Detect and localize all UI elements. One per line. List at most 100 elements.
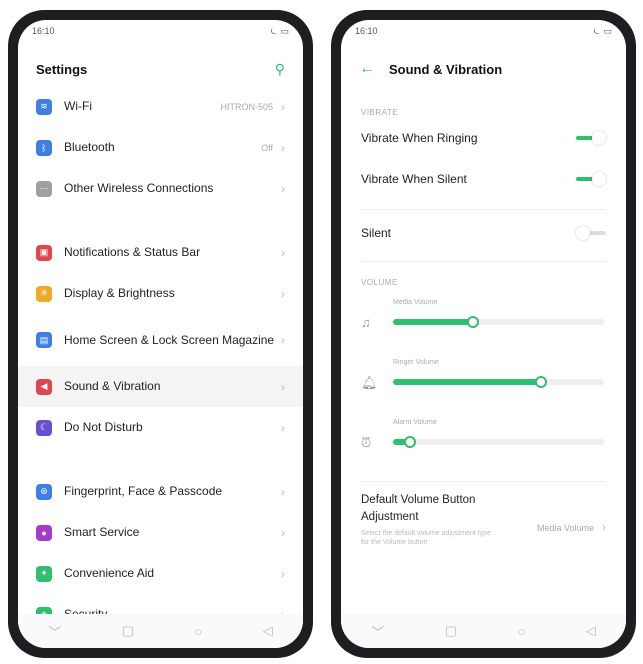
search-icon[interactable]: ⚲ (275, 61, 285, 78)
settings-item-label: Smart Service (64, 525, 140, 540)
settings-item[interactable]: ≋ Wi-Fi HITRON-505 › (18, 86, 303, 127)
volume-slider-row: Media Volume ♫ (341, 291, 626, 351)
default-volume-row[interactable]: Default Volume Button Adjustment Select … (341, 482, 626, 548)
home-screen-icon: ▤ (36, 332, 52, 348)
status-bar: 16:10 ⏾ ▭ (18, 20, 303, 42)
settings-list: ≋ Wi-Fi HITRON-505 › ᛒ Bluetooth Off › ⋯ Other Wi… (18, 86, 303, 635)
settings-item-label: Convenience Aid (64, 566, 155, 581)
alarm-icon: ⏰︎ (361, 435, 372, 450)
recents-icon[interactable]: ▢ (122, 623, 134, 639)
settings-item[interactable]: ⋯ Other Wireless Connections › (18, 168, 303, 209)
volume-label: Media Volume (393, 299, 438, 306)
silent-toggle[interactable] (576, 225, 606, 240)
chevron-right-icon: › (602, 520, 606, 534)
settings-item-label: Bluetooth (64, 140, 115, 155)
settings-header: Settings ⚲ (18, 54, 303, 84)
settings-item-value: Off (261, 142, 273, 153)
nav-bar: ﹀ ▢ ○ ◁ (18, 614, 303, 648)
settings-item[interactable]: ● Smart Service › (18, 512, 303, 553)
menu-icon[interactable]: ﹀ (371, 622, 384, 641)
chevron-right-icon: › (281, 181, 285, 196)
settings-item[interactable]: ◀ Sound & Vibration › (18, 366, 303, 407)
settings-item[interactable]: ⊛ Fingerprint, Face & Passcode › (18, 471, 303, 512)
settings-item-label: Fingerprint, Face & Passcode (64, 484, 223, 499)
settings-item-label: Sound & Vibration (64, 379, 161, 394)
notifications-icon: ▣ (36, 244, 52, 261)
left-phone: 16:10 ⏾ ▭ Settings ⚲ ≋ Wi-Fi HITRON-505 › ᛒ B… (8, 10, 313, 658)
settings-item-label: Other Wireless Connections (64, 181, 214, 196)
vibrate-section-label: VIBRATE (361, 108, 399, 117)
battery-icon: ▭ (280, 25, 289, 36)
default-volume-value: Media Volume (536, 523, 594, 533)
chevron-right-icon: › (281, 245, 285, 260)
moon-icon: ☾ (36, 419, 52, 436)
default-volume-subtitle: Select the default volume adjustment typ… (361, 530, 491, 547)
settings-item[interactable]: ☀ Display & Brightness › (18, 273, 303, 314)
smart-service-icon: ● (36, 524, 52, 541)
chevron-right-icon: › (281, 420, 285, 435)
settings-item[interactable]: ᛒ Bluetooth Off › (18, 127, 303, 168)
volume-fill (393, 379, 541, 385)
volume-sliders: Media Volume ♫ Ringer Volume 🔔︎ Alarm Volume… (341, 291, 626, 471)
chevron-right-icon: › (281, 286, 285, 301)
home-icon[interactable]: ○ (517, 624, 525, 639)
settings-item-label: Notifications & Status Bar (64, 245, 201, 260)
settings-item[interactable]: ✦ Convenience Aid › (18, 553, 303, 594)
settings-screen: 16:10 ⏾ ▭ Settings ⚲ ≋ Wi-Fi HITRON-505 › ᛒ B… (18, 20, 303, 648)
status-time: 16:10 (355, 26, 378, 36)
sound-icon: ◀ (36, 378, 52, 395)
brightness-icon: ☀ (36, 285, 52, 302)
silent-label: Silent (361, 225, 392, 240)
sound-content: VIBRATE Vibrate When Ringing Vibrate Whe… (341, 108, 626, 548)
chevron-right-icon: › (281, 566, 285, 581)
settings-item[interactable]: ▣ Notifications & Status Bar › (18, 232, 303, 273)
music-note-icon: ♫ (361, 315, 371, 330)
back-nav-icon[interactable]: ◁ (263, 623, 273, 639)
settings-item[interactable]: ☾ Do Not Disturb › (18, 407, 303, 448)
volume-slider-row: Alarm Volume ⏰︎ (341, 411, 626, 471)
vibrate-when-silent-label: Vibrate When Silent (361, 171, 467, 186)
volume-section-label: VOLUME (361, 278, 398, 287)
volume-slider-row: Ringer Volume 🔔︎ (341, 351, 626, 411)
bluetooth-icon: ᛒ (36, 139, 52, 156)
default-volume-title: Default Volume Button Adjustment (361, 494, 476, 523)
volume-slider[interactable] (393, 316, 604, 328)
settings-item-label: Home Screen & Lock Screen Magazine (64, 332, 275, 347)
chevron-right-icon: › (281, 525, 285, 540)
volume-thumb[interactable] (403, 436, 416, 448)
vibrate-when-silent-toggle[interactable] (576, 171, 606, 186)
sound-header: ← Sound & Vibration (341, 54, 626, 84)
back-nav-icon[interactable]: ◁ (586, 623, 596, 639)
nav-bar: ﹀ ▢ ○ ◁ (341, 614, 626, 648)
chevron-right-icon: › (281, 484, 285, 499)
battery-icon: ▭ (603, 25, 612, 36)
page-title: Settings (36, 61, 88, 77)
settings-item[interactable]: ▤ Home Screen & Lock Screen Magazine › (18, 314, 303, 366)
right-phone: 16:10 ⏾ ▭ ← Sound & Vibration VIBRATE Vi… (331, 10, 636, 658)
bell-icon: 🔔︎ (361, 375, 378, 390)
menu-icon[interactable]: ﹀ (48, 622, 61, 641)
volume-fill (393, 319, 474, 325)
chevron-right-icon: › (281, 379, 285, 394)
settings-item-label: Display & Brightness (64, 286, 175, 301)
page-title: Sound & Vibration (389, 61, 503, 77)
home-icon[interactable]: ○ (194, 624, 202, 639)
recents-icon[interactable]: ▢ (445, 623, 457, 639)
vibrate-when-silent-row[interactable]: Vibrate When Silent (341, 158, 626, 199)
vibrate-when-ringing-label: Vibrate When Ringing (361, 130, 478, 145)
vibrate-when-ringing-toggle[interactable] (576, 130, 606, 145)
settings-item-label: Do Not Disturb (64, 420, 143, 435)
volume-label: Ringer Volume (393, 359, 439, 366)
back-arrow-icon[interactable]: ← (359, 60, 375, 78)
settings-item-label: Wi-Fi (64, 99, 92, 114)
silent-row[interactable]: Silent (341, 212, 626, 253)
volume-label: Alarm Volume (393, 419, 437, 426)
chevron-right-icon: › (281, 333, 285, 347)
status-time: 16:10 (32, 26, 55, 36)
volume-thumb[interactable] (467, 316, 480, 328)
vibrate-when-ringing-row[interactable]: Vibrate When Ringing (341, 117, 626, 158)
volume-thumb[interactable] (534, 376, 547, 388)
volume-slider[interactable] (393, 376, 604, 388)
volume-slider[interactable] (393, 436, 604, 448)
